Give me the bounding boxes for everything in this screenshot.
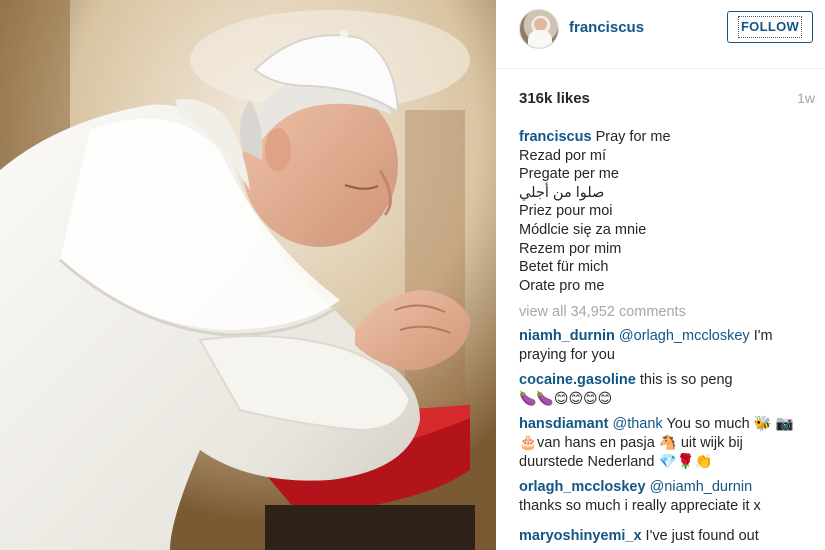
post-header: franciscus FOLLOW: [496, 0, 825, 69]
comment-mention[interactable]: @niamh_durnin: [650, 479, 753, 495]
emoji-string: 🍆🍆😊😊😊😊: [519, 391, 613, 408]
comment-mention[interactable]: @thank: [612, 416, 662, 432]
post-photo[interactable]: [0, 0, 496, 550]
comment-mention[interactable]: @orlagh_mccloskey: [619, 328, 750, 344]
comment-partial: maryoshinyemi_x I've just found out: [519, 528, 815, 544]
caption-line: Betet für mich: [519, 259, 609, 276]
post-sidebar: franciscus FOLLOW 316k likes 1w francisc…: [496, 0, 825, 550]
avatar-robe-shape: [528, 30, 552, 48]
comment-text: I've just found out: [641, 528, 759, 544]
comment-line: duurstede Nederland 💎🌹👏: [519, 454, 713, 471]
comment-username[interactable]: orlagh_mccloskey: [519, 479, 646, 495]
follow-label: FOLLOW: [737, 16, 803, 38]
comment: niamh_durnin @orlagh_mccloskey I'm prayi…: [519, 327, 815, 365]
comment-line: orlagh_mccloskey @niamh_durnin: [519, 478, 815, 497]
comment: cocaine.gasoline this is so peng 🍆🍆😊😊😊😊: [519, 371, 815, 409]
view-all-comments-link[interactable]: view all 34,952 comments: [519, 302, 815, 322]
caption-line: Rezem por mim: [519, 240, 622, 257]
comment: orlagh_mccloskey @niamh_durnin thanks so…: [519, 478, 815, 516]
follow-button[interactable]: FOLLOW: [727, 11, 813, 43]
comments-section: franciscus Pray for me Rezad por mí Preg…: [519, 128, 815, 522]
comment-line: hansdiamant @thank You so much 🐝 📷: [519, 415, 815, 434]
comment-username[interactable]: maryoshinyemi_x: [519, 528, 642, 544]
comment-text: this is so peng: [635, 372, 733, 389]
comment: hansdiamant @thank You so much 🐝 📷 🎂van …: [519, 415, 815, 472]
comment-line: 🍆🍆😊😊😊😊: [519, 390, 815, 409]
caption-line: Rezad por mí: [519, 147, 607, 164]
comment-username[interactable]: hansdiamant: [519, 416, 608, 432]
caption-line: Módlcie się za mnie: [519, 221, 647, 238]
comment-line: 🎂van hans en pasja 🐴 uit wijk bij: [519, 435, 743, 452]
post-age[interactable]: 1w: [797, 90, 815, 106]
likes-count[interactable]: 316k likes: [519, 90, 590, 107]
caption-username[interactable]: franciscus: [519, 129, 592, 145]
photo-illustration: [0, 0, 496, 550]
comment-line: cocaine.gasoline this is so peng: [519, 371, 815, 390]
comment-line: thanks so much i really appreciate it x: [519, 498, 761, 515]
caption-line: franciscus Pray for me: [519, 128, 815, 147]
caption-line: صلوا من أجلي: [519, 184, 605, 201]
likes-row: 316k likes 1w: [519, 90, 815, 107]
username-link[interactable]: franciscus: [569, 19, 644, 36]
instagram-post: franciscus FOLLOW 316k likes 1w francisc…: [0, 0, 825, 550]
caption-line: Priez pour moi: [519, 203, 613, 220]
comment-line: niamh_durnin @orlagh_mccloskey I'm: [519, 327, 815, 346]
comment-text: I'm: [749, 328, 773, 345]
avatar[interactable]: [519, 9, 559, 49]
comment-text: You so much 🐝 📷: [662, 416, 794, 433]
caption-line: Pregate per me: [519, 166, 619, 183]
comment-line: praying for you: [519, 347, 615, 364]
caption-text: Pray for me: [595, 129, 671, 145]
comment-username[interactable]: niamh_durnin: [519, 328, 615, 344]
caption-line: Orate pro me: [519, 277, 605, 294]
comment-username[interactable]: cocaine.gasoline: [519, 372, 636, 388]
